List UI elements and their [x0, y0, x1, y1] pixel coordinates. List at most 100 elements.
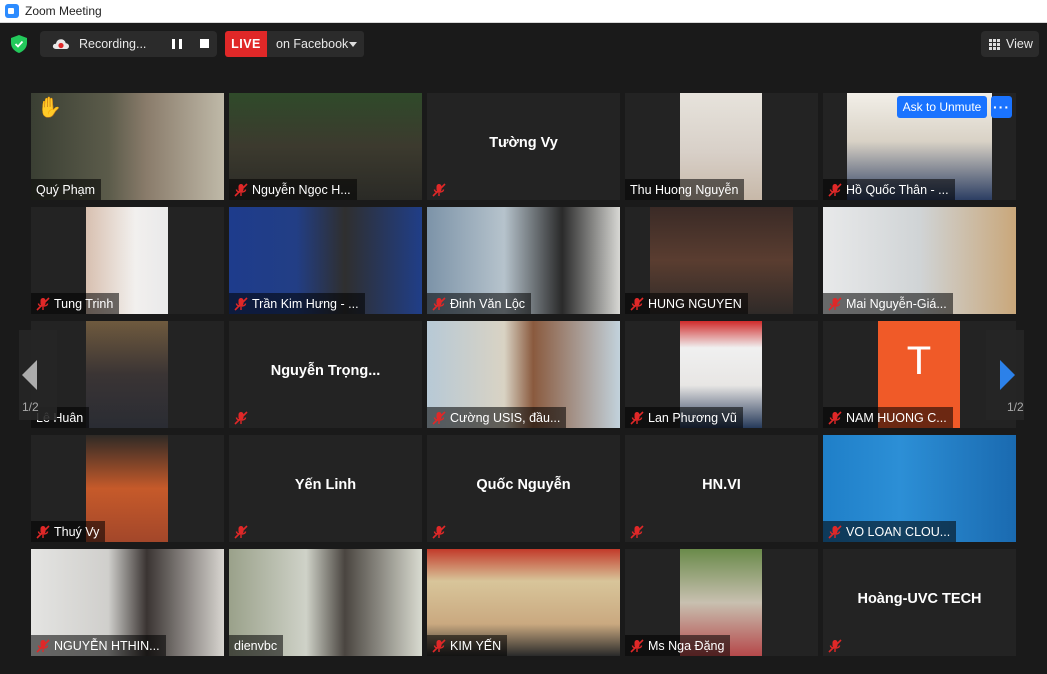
- more-options-button[interactable]: ···: [991, 96, 1012, 118]
- participant-namebar: [229, 407, 257, 428]
- participant-tile[interactable]: dienvbc: [229, 549, 422, 656]
- view-button[interactable]: View: [981, 31, 1039, 57]
- participant-name-centered: Tường Vy: [489, 135, 558, 151]
- muted-mic-icon: [234, 410, 248, 425]
- participant-namebar: Lan Phương Vũ: [625, 407, 743, 428]
- muted-mic-icon: [234, 182, 248, 197]
- participant-name: Quý Phạm: [36, 182, 96, 197]
- participant-name: Tung Trinh: [54, 296, 114, 311]
- participant-name: Hồ Quốc Thân - ...: [846, 182, 949, 197]
- participant-namebar: HUNG NGUYEN: [625, 293, 748, 314]
- participant-tile[interactable]: Nguyễn Trọng...: [229, 321, 422, 428]
- chevron-down-icon: [349, 42, 357, 47]
- participant-namebar: Mai Nguyễn-Giá...: [823, 293, 953, 314]
- participant-tile[interactable]: Ms Nga Đặng: [625, 549, 818, 656]
- live-destination-label: on Facebook: [276, 37, 349, 51]
- muted-mic-icon: [234, 296, 248, 311]
- chevron-left-icon: [22, 360, 37, 390]
- muted-mic-icon: [630, 638, 644, 653]
- participant-tile[interactable]: HUNG NGUYEN: [625, 207, 818, 314]
- zoom-app-icon: [5, 4, 19, 18]
- muted-mic-icon: [432, 638, 446, 653]
- participant-name: KIM YẾN: [450, 638, 502, 653]
- participant-name: Ms Nga Đặng: [648, 638, 725, 653]
- participant-namebar: [823, 635, 851, 656]
- participant-namebar: Trần Kim Hưng - ...: [229, 293, 365, 314]
- participant-tile[interactable]: Tường Vy: [427, 93, 620, 200]
- muted-mic-icon: [630, 410, 644, 425]
- page-indicator-right: 1/2: [1007, 400, 1024, 414]
- page-indicator-left: 1/2: [22, 400, 39, 414]
- window-title: Zoom Meeting: [25, 4, 102, 18]
- participant-name: Mai Nguyễn-Giá...: [846, 296, 947, 311]
- participant-tile[interactable]: Lê Huân: [31, 321, 224, 428]
- participant-namebar: [427, 179, 455, 200]
- stop-recording-button[interactable]: [200, 39, 209, 48]
- participant-namebar: Hồ Quốc Thân - ...: [823, 179, 955, 200]
- muted-mic-icon: [234, 524, 248, 539]
- participant-name: Lan Phương Vũ: [648, 410, 737, 425]
- participant-namebar: dienvbc: [229, 635, 284, 656]
- participant-tile[interactable]: Trần Kim Hưng - ...: [229, 207, 422, 314]
- ask-to-unmute-button[interactable]: Ask to Unmute: [897, 96, 987, 118]
- recording-label: Recording...: [79, 37, 147, 51]
- muted-mic-icon: [828, 410, 842, 425]
- participant-tile[interactable]: Lan Phương Vũ: [625, 321, 818, 428]
- muted-mic-icon: [432, 182, 446, 197]
- participant-tile[interactable]: Thuý Vy: [31, 435, 224, 542]
- participant-name-centered: Quốc Nguyễn: [476, 477, 571, 493]
- muted-mic-icon: [432, 410, 446, 425]
- muted-mic-icon: [432, 524, 446, 539]
- participant-name: Thu Huong Nguyễn: [630, 182, 739, 197]
- participant-tile[interactable]: VO LOAN CLOU...: [823, 435, 1016, 542]
- grid-view-icon: [989, 38, 1000, 50]
- participant-tile[interactable]: Mai Nguyễn-Giá...: [823, 207, 1016, 314]
- participant-namebar: VO LOAN CLOU...: [823, 521, 957, 542]
- participant-name: dienvbc: [234, 638, 278, 653]
- participant-name: Nguyễn Ngọc H...: [252, 182, 351, 197]
- participant-namebar: Ms Nga Đặng: [625, 635, 731, 656]
- muted-mic-icon: [828, 296, 842, 311]
- participant-namebar: NGUYỄN HTHIN...: [31, 635, 166, 656]
- participant-tile[interactable]: Đinh Văn Lộc: [427, 207, 620, 314]
- muted-mic-icon: [630, 296, 644, 311]
- participant-name: NAM HUONG C...: [846, 410, 947, 425]
- participant-tile[interactable]: Thu Huong Nguyễn: [625, 93, 818, 200]
- participant-tile[interactable]: KIM YẾN: [427, 549, 620, 656]
- participant-namebar: [427, 521, 455, 542]
- muted-mic-icon: [828, 182, 842, 197]
- participant-video: [86, 321, 168, 428]
- window-titlebar: Zoom Meeting: [0, 0, 1047, 23]
- participant-tile[interactable]: Yến Linh: [229, 435, 422, 542]
- muted-mic-icon: [828, 638, 842, 653]
- participant-tile[interactable]: Hoàng-UVC TECH: [823, 549, 1016, 656]
- participant-namebar: Cường USIS, đầu...: [427, 407, 567, 428]
- participant-avatar-letter: T: [906, 338, 932, 383]
- participant-tile[interactable]: Quốc Nguyễn: [427, 435, 620, 542]
- participant-name-centered: Yến Linh: [294, 477, 357, 493]
- participant-tile[interactable]: Tung Trinh: [31, 207, 224, 314]
- participant-namebar: Thuý Vy: [31, 521, 106, 542]
- participant-name: HUNG NGUYEN: [648, 296, 742, 311]
- participant-name: NGUYỄN HTHIN...: [54, 638, 160, 653]
- participant-name: VO LOAN CLOU...: [846, 524, 951, 539]
- participant-namebar: Tung Trinh: [31, 293, 120, 314]
- participant-tile[interactable]: HN.VI: [625, 435, 818, 542]
- muted-mic-icon: [630, 524, 644, 539]
- participant-tile[interactable]: Cường USIS, đầu...: [427, 321, 620, 428]
- participant-namebar: KIM YẾN: [427, 635, 508, 656]
- participant-namebar: Thu Huong Nguyễn: [625, 179, 745, 200]
- chevron-right-icon: [1000, 360, 1015, 390]
- live-destination-dropdown[interactable]: on Facebook: [267, 31, 364, 57]
- live-badge: LIVE: [225, 31, 267, 57]
- raised-hand-icon: ✋: [37, 97, 62, 119]
- security-shield-icon[interactable]: [11, 35, 27, 53]
- participant-tile[interactable]: Nguyễn Ngọc H...: [229, 93, 422, 200]
- participant-namebar: Quý Phạm: [31, 179, 102, 200]
- meeting-topbar: Recording...: [0, 23, 1047, 65]
- participant-name-centered: Nguyễn Trọng...: [270, 363, 381, 379]
- pause-recording-button[interactable]: [172, 39, 182, 49]
- participant-tile[interactable]: NGUYỄN HTHIN...: [31, 549, 224, 656]
- participant-name: Đinh Văn Lộc: [450, 296, 526, 311]
- view-label: View: [1006, 37, 1033, 51]
